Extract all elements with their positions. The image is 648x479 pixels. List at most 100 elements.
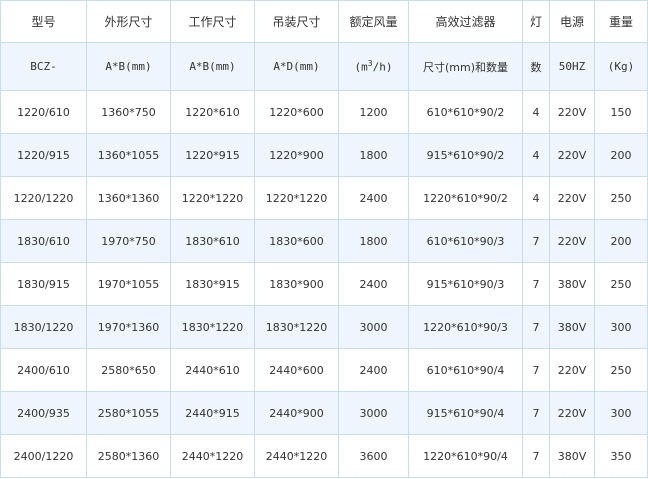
cell-work-size: 1220*610 [170, 90, 255, 134]
subheader-weight: (Kg) [594, 42, 648, 91]
header-lamp: 灯 [522, 0, 550, 43]
cell-filter: 1220*610*90/3 [408, 305, 523, 349]
cell-power: 380V [549, 434, 595, 478]
header-row: 型号 外形尺寸 工作尺寸 吊装尺寸 额定风量 高效过滤器 灯 电源 重量 [0, 0, 648, 43]
spec-table-container: 型号 外形尺寸 工作尺寸 吊装尺寸 额定风量 高效过滤器 灯 电源 重量 BCZ… [0, 0, 648, 478]
cell-filter: 610*610*90/4 [408, 348, 523, 392]
table-row: 1220/915 1360*1055 1220*915 1220*900 1800 915… [0, 133, 648, 177]
table-body: 1220/610 1360*750 1220*610 1220*600 1200 610*… [0, 90, 648, 478]
cell-work-size: 2440*610 [170, 348, 255, 392]
subheader-power: 50HZ [549, 42, 595, 91]
subheader-filter: 尺寸(mm)和数量 [408, 42, 523, 91]
cell-weight: 200 [594, 219, 648, 263]
cell-outer-size: 1360*1055 [86, 133, 171, 177]
spec-table: 型号 外形尺寸 工作尺寸 吊装尺寸 额定风量 高效过滤器 灯 电源 重量 BCZ… [0, 0, 648, 478]
cell-model: 1830/1220 [0, 305, 87, 349]
table-row: 2400/1220 2580*1360 2440*1220 2440*1220 3600… [0, 434, 648, 478]
table-row: 1220/610 1360*750 1220*610 1220*600 1200 610*… [0, 90, 648, 134]
cell-work-size: 1220*915 [170, 133, 255, 177]
cell-lamp-count: 7 [522, 348, 550, 392]
cell-weight: 200 [594, 133, 648, 177]
cell-work-size: 1830*610 [170, 219, 255, 263]
cell-hang-size: 1830*1220 [254, 305, 339, 349]
cell-outer-size: 1970*750 [86, 219, 171, 263]
cell-power: 220V [549, 133, 595, 177]
subheader-row: BCZ- A*B(mm) A*B(mm) A*D(mm) (m3/h) 尺寸(m… [0, 42, 648, 91]
cell-lamp-count: 4 [522, 133, 550, 177]
header-outer-size: 外形尺寸 [86, 0, 171, 43]
cell-lamp-count: 7 [522, 262, 550, 306]
cell-model: 2400/935 [0, 391, 87, 435]
airflow-unit-suffix: /h) [372, 60, 393, 74]
cell-outer-size: 2580*1360 [86, 434, 171, 478]
cell-airflow: 1200 [338, 90, 409, 134]
cell-hang-size: 2440*600 [254, 348, 339, 392]
table-row: 1830/610 1970*750 1830*610 1830*600 1800 610*… [0, 219, 648, 263]
subheader-work-size: A*B(mm) [170, 42, 255, 91]
cell-hang-size: 2440*900 [254, 391, 339, 435]
cell-airflow: 1800 [338, 219, 409, 263]
header-hang-size: 吊装尺寸 [254, 0, 339, 43]
cell-airflow: 2400 [338, 262, 409, 306]
header-filter: 高效过滤器 [408, 0, 523, 43]
cell-airflow: 1800 [338, 133, 409, 177]
subheader-hang-size: A*D(mm) [254, 42, 339, 91]
cell-outer-size: 1970*1055 [86, 262, 171, 306]
header-model: 型号 [0, 0, 87, 43]
cell-work-size: 1220*1220 [170, 176, 255, 220]
cell-filter: 610*610*90/3 [408, 219, 523, 263]
cell-outer-size: 1360*750 [86, 90, 171, 134]
cell-lamp-count: 7 [522, 391, 550, 435]
cell-model: 2400/1220 [0, 434, 87, 478]
table-row: 1830/915 1970*1055 1830*915 1830*900 2400 915… [0, 262, 648, 306]
subheader-airflow-unit: (m3/h) [338, 42, 409, 91]
cell-airflow: 2400 [338, 348, 409, 392]
cell-power: 380V [549, 305, 595, 349]
cell-lamp-count: 7 [522, 434, 550, 478]
cell-outer-size: 1970*1360 [86, 305, 171, 349]
cell-filter: 610*610*90/2 [408, 90, 523, 134]
cell-model: 1830/610 [0, 219, 87, 263]
cell-outer-size: 2580*650 [86, 348, 171, 392]
cell-weight: 250 [594, 262, 648, 306]
cell-power: 380V [549, 262, 595, 306]
cell-power: 220V [549, 90, 595, 134]
cell-model: 1220/610 [0, 90, 87, 134]
cell-power: 220V [549, 391, 595, 435]
cell-lamp-count: 7 [522, 305, 550, 349]
cell-model: 2400/610 [0, 348, 87, 392]
cell-weight: 300 [594, 391, 648, 435]
cell-work-size: 1830*1220 [170, 305, 255, 349]
cell-hang-size: 1220*600 [254, 90, 339, 134]
cell-weight: 250 [594, 348, 648, 392]
cell-model: 1220/1220 [0, 176, 87, 220]
cell-hang-size: 1220*1220 [254, 176, 339, 220]
cell-hang-size: 1220*900 [254, 133, 339, 177]
cell-filter: 1220*610*90/4 [408, 434, 523, 478]
header-airflow: 额定风量 [338, 0, 409, 43]
table-row: 1220/1220 1360*1360 1220*1220 1220*1220 2400… [0, 176, 648, 220]
cell-airflow: 2400 [338, 176, 409, 220]
table-row: 2400/610 2580*650 2440*610 2440*600 2400 610*… [0, 348, 648, 392]
cell-airflow: 3000 [338, 305, 409, 349]
cell-outer-size: 2580*1055 [86, 391, 171, 435]
cell-hang-size: 2440*1220 [254, 434, 339, 478]
cell-model: 1220/915 [0, 133, 87, 177]
header-power: 电源 [549, 0, 595, 43]
cell-filter: 915*610*90/2 [408, 133, 523, 177]
cell-lamp-count: 7 [522, 219, 550, 263]
cell-airflow: 3600 [338, 434, 409, 478]
cell-model: 1830/915 [0, 262, 87, 306]
cell-weight: 300 [594, 305, 648, 349]
cell-airflow: 3000 [338, 391, 409, 435]
cell-lamp-count: 4 [522, 90, 550, 134]
cell-power: 220V [549, 219, 595, 263]
cell-hang-size: 1830*600 [254, 219, 339, 263]
subheader-outer-size: A*B(mm) [86, 42, 171, 91]
subheader-model: BCZ- [0, 42, 87, 91]
header-work-size: 工作尺寸 [170, 0, 255, 43]
subheader-lamp: 数 [522, 42, 550, 91]
cell-power: 220V [549, 176, 595, 220]
cell-work-size: 2440*1220 [170, 434, 255, 478]
cell-weight: 150 [594, 90, 648, 134]
